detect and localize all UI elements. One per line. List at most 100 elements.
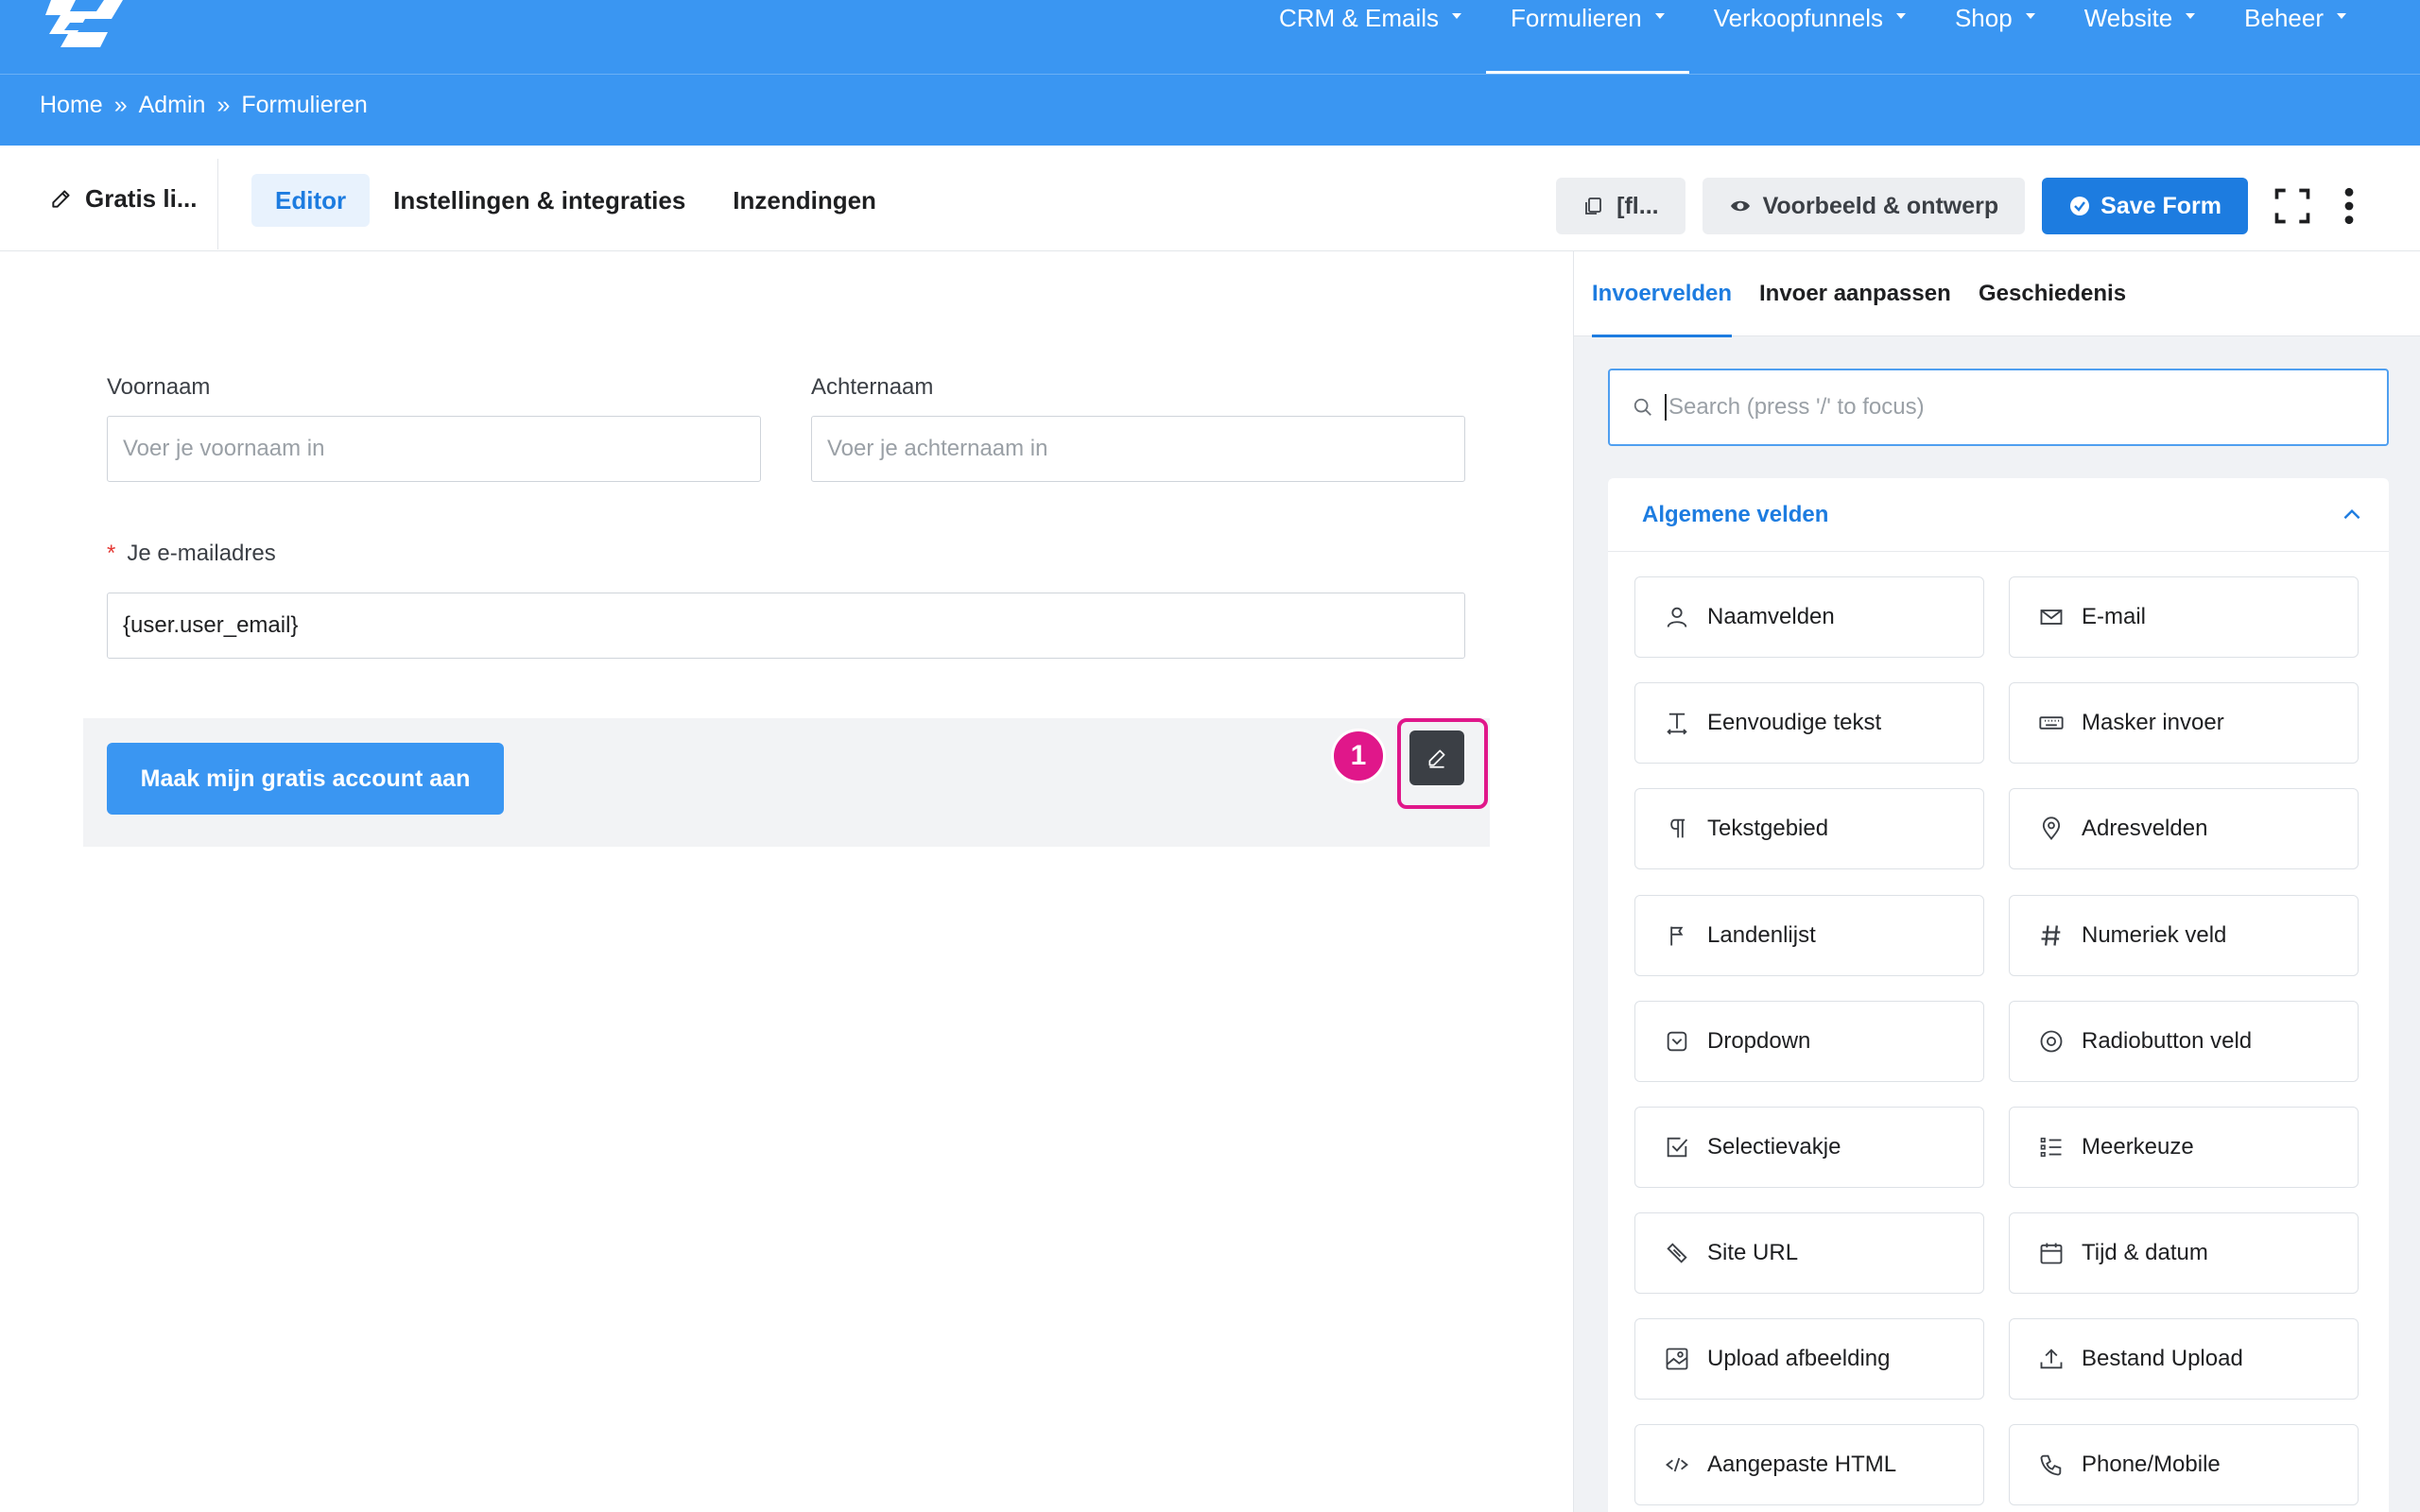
tab-instellingen[interactable]: Instellingen & integraties <box>370 174 709 227</box>
field-label: Selectievakje <box>1707 1134 1841 1160</box>
brand-logo[interactable] <box>42 0 129 53</box>
field-label: Tijd & datum <box>2082 1240 2208 1265</box>
edit-submit-button[interactable] <box>1409 730 1464 785</box>
field-naamvelden[interactable]: Naamvelden <box>1634 576 1984 658</box>
form-title-text: Gratis li... <box>85 183 198 213</box>
field-label: Bestand Upload <box>2082 1346 2243 1371</box>
preview-label: Voorbeeld & ontwerp <box>1762 192 1999 219</box>
pencil-icon <box>1428 749 1445 768</box>
breadcrumb-formulieren[interactable]: Formulieren <box>241 92 367 119</box>
checkbox-icon <box>1660 1130 1694 1164</box>
field-dropdown[interactable]: Dropdown <box>1634 1001 1984 1082</box>
tab-invoervelden[interactable]: Invoervelden <box>1592 251 1733 337</box>
tab-geschiedenis[interactable]: Geschiedenis <box>1979 251 2126 336</box>
copy-icon <box>1585 198 1602 215</box>
nav-label: Website <box>2083 4 2173 32</box>
create-account-button[interactable]: Maak mijn gratis account aan <box>107 743 504 815</box>
field-radiobutton-veld[interactable]: Radiobutton veld <box>2009 1001 2359 1082</box>
field-label: Aangepaste HTML <box>1707 1452 1897 1477</box>
email-input[interactable]: {user.user_email} <box>107 593 1465 659</box>
field-site-url[interactable]: Site URL <box>1634 1212 1984 1294</box>
field-label: Radiobutton veld <box>2082 1028 2253 1054</box>
field-tijd-datum[interactable]: Tijd & datum <box>2009 1212 2359 1294</box>
field-bestand-upload[interactable]: Bestand Upload <box>2009 1318 2359 1400</box>
paragraph-icon <box>1660 812 1694 846</box>
search-placeholder: Search (press '/' to focus) <box>1668 394 1925 420</box>
field-selectievakje[interactable]: Selectievakje <box>1634 1107 1984 1188</box>
divider <box>217 159 218 249</box>
last-name-input[interactable]: Voer je achternaam in <box>811 416 1465 482</box>
last-name-label: Achternaam <box>811 374 934 400</box>
chevron-up-icon <box>2343 508 2360 520</box>
more-options-button[interactable] <box>2325 182 2373 230</box>
nav-label: Shop <box>1954 4 2013 32</box>
field-label: Numeriek veld <box>2082 922 2227 948</box>
field-label: Meerkeuze <box>2082 1134 2194 1160</box>
caret-down-icon <box>1895 13 1906 19</box>
form-title[interactable]: Gratis li... <box>49 146 198 251</box>
editor-header: Gratis li... Editor Instellingen & integ… <box>0 146 2420 251</box>
radio-icon <box>2034 1024 2068 1058</box>
nav-shop[interactable]: Shop <box>1930 0 2060 74</box>
pencil-icon <box>52 190 70 208</box>
first-name-input[interactable]: Voer je voornaam in <box>107 416 761 482</box>
phone-icon <box>2034 1448 2068 1482</box>
eye-icon <box>1730 200 1750 212</box>
field-label: Upload afbeelding <box>1707 1346 1891 1371</box>
first-name-label: Voornaam <box>107 374 211 400</box>
link-icon <box>1660 1236 1694 1270</box>
code-icon <box>1660 1448 1694 1482</box>
field-numeriek-veld[interactable]: Numeriek veld <box>2009 895 2359 976</box>
breadcrumb-home[interactable]: Home <box>40 92 103 119</box>
nav-crm-emails[interactable]: CRM & Emails <box>1254 0 1486 74</box>
caret-down-icon <box>1452 13 1461 19</box>
field-label: Phone/Mobile <box>2082 1452 2221 1477</box>
tab-inzendingen[interactable]: Inzendingen <box>709 174 900 227</box>
preview-button[interactable]: Voorbeeld & ontwerp <box>1702 178 2026 234</box>
tab-editor[interactable]: Editor <box>251 174 371 227</box>
field-upload-afbeelding[interactable]: Upload afbeelding <box>1634 1318 1984 1400</box>
save-form-label: Save Form <box>2100 192 2221 219</box>
nav-beheer[interactable]: Beheer <box>2220 0 2371 74</box>
fullscreen-button[interactable] <box>2269 182 2316 230</box>
nav-website[interactable]: Website <box>2060 0 2220 74</box>
group-title: Algemene velden <box>1642 502 1829 527</box>
field-label: Landenlijst <box>1707 922 1816 948</box>
field-email[interactable]: E-mail <box>2009 576 2359 658</box>
field-tekstgebied[interactable]: Tekstgebied <box>1634 788 1984 869</box>
nav-formulieren[interactable]: Formulieren <box>1486 0 1689 74</box>
list-icon <box>2034 1130 2068 1164</box>
main-menu: CRM & Emails Formulieren Verkoopfunnels … <box>1254 0 2371 74</box>
breadcrumb-admin[interactable]: Admin <box>139 92 206 119</box>
field-masker-invoer[interactable]: Masker invoer <box>2009 682 2359 764</box>
field-meerkeuze[interactable]: Meerkeuze <box>2009 1107 2359 1188</box>
keyboard-icon <box>2034 706 2068 740</box>
tab-invoer-aanpassen[interactable]: Invoer aanpassen <box>1759 251 1951 336</box>
save-form-button[interactable]: Save Form <box>2042 178 2248 234</box>
field-adresvelden[interactable]: Adresvelden <box>2009 788 2359 869</box>
field-eenvoudige-tekst[interactable]: Eenvoudige tekst <box>1634 682 1984 764</box>
field-phone-mobile[interactable]: Phone/Mobile <box>2009 1424 2359 1505</box>
field-label: Masker invoer <box>2082 710 2224 735</box>
breadcrumb-bar: Home » Admin » Formulieren <box>0 74 2420 146</box>
required-mark: * <box>107 541 116 566</box>
nav-label: CRM & Emails <box>1278 4 1439 32</box>
shortcode-button[interactable]: [fl... <box>1556 178 1685 234</box>
form-canvas: Voornaam Voer je voornaam in Achternaam … <box>0 251 1573 1512</box>
nav-verkoopfunnels[interactable]: Verkoopfunnels <box>1689 0 1930 74</box>
image-upload-icon <box>1660 1342 1694 1376</box>
breadcrumb-separator: » <box>113 92 128 118</box>
group-header[interactable]: Algemene velden <box>1608 478 2389 552</box>
caret-down-icon <box>2025 13 2035 19</box>
nav-label: Beheer <box>2244 4 2324 32</box>
caret-down-icon <box>2186 13 2196 19</box>
field-aangepaste-html[interactable]: Aangepaste HTML <box>1634 1424 1984 1505</box>
email-label-text: Je e-mailadres <box>127 541 276 566</box>
hash-icon <box>2034 919 2068 953</box>
field-landenlijst[interactable]: Landenlijst <box>1634 895 1984 976</box>
field-search-input[interactable]: Search (press '/' to focus) <box>1608 369 2389 446</box>
email-label: * Je e-mailadres <box>107 541 276 567</box>
kebab-menu-icon <box>2344 187 2354 225</box>
shortcode-label: [fl... <box>1616 192 1659 219</box>
caret-down-icon <box>2337 13 2346 19</box>
